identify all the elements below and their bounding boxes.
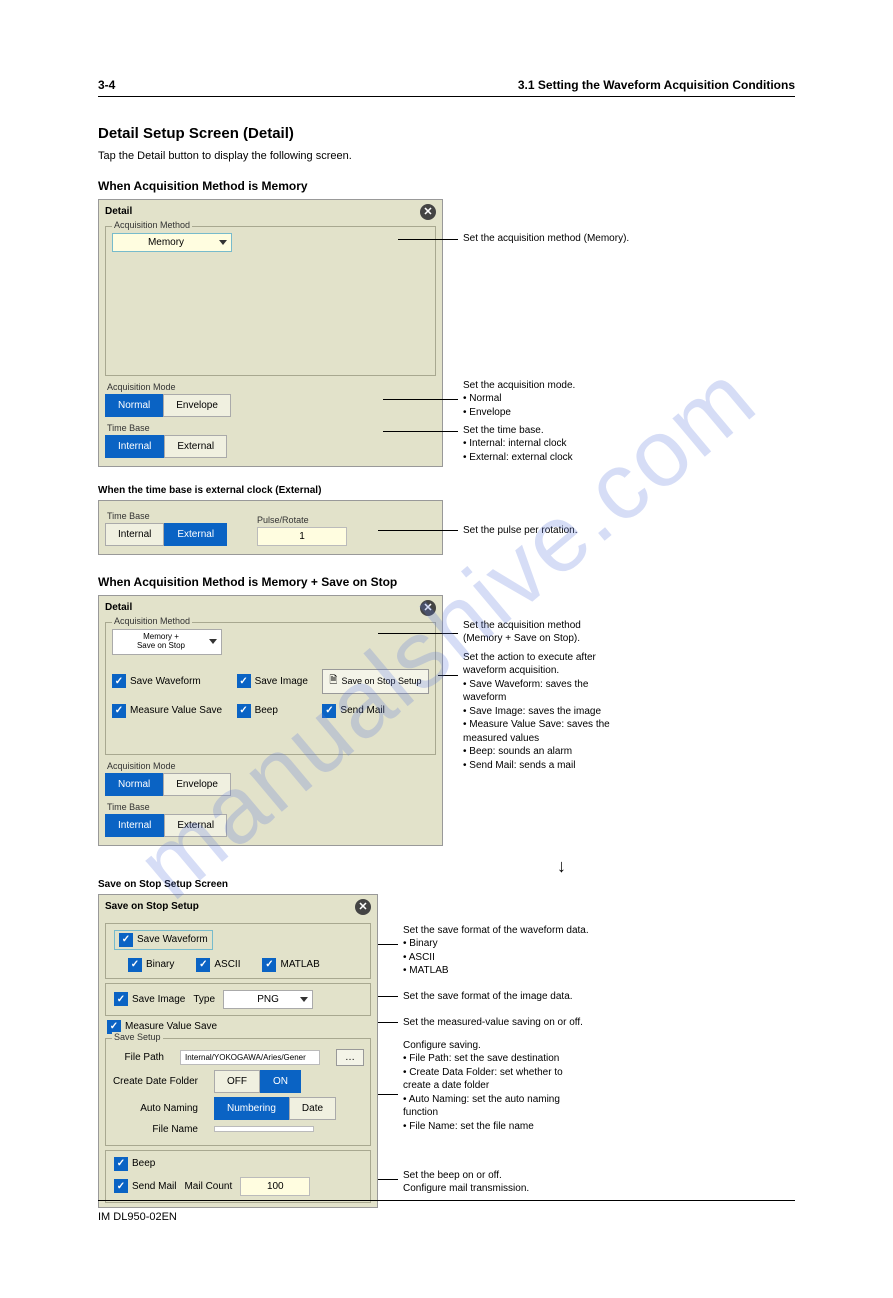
- group-save-waveform: Save Waveform Binary ASCII MATLAB: [105, 923, 371, 979]
- panel3-title: Save on Stop Setup: [105, 901, 199, 912]
- footer-left: IM DL950-02EN: [98, 1211, 177, 1223]
- btn-normal[interactable]: Normal: [105, 394, 163, 417]
- detail-panel-1: Detail ✕ Acquisition Method Memory Acqui…: [98, 199, 443, 467]
- label-timebase-ext: Time Base: [107, 511, 227, 521]
- page-footer: IM DL950-02EN: [98, 1211, 795, 1223]
- legend-save-setup: Save Setup: [112, 1032, 163, 1042]
- annot-measure-save: Set the measured-value saving on or off.: [403, 1016, 583, 1030]
- create-date-label: Create Date Folder: [112, 1076, 198, 1087]
- chk-send-mail-2[interactable]: Send Mail: [114, 1179, 176, 1193]
- file-name-input[interactable]: [214, 1126, 314, 1132]
- annot-actions: Set the action to execute after waveform…: [463, 651, 610, 773]
- close-icon-2[interactable]: ✕: [420, 600, 436, 616]
- chevron-down-icon-2: [209, 639, 217, 644]
- header-right: 3-4: [98, 78, 115, 92]
- acq-method-select[interactable]: Memory: [112, 233, 232, 252]
- image-type-select[interactable]: PNG: [223, 990, 313, 1009]
- annot-image-format: Set the save format of the image data.: [403, 990, 573, 1004]
- btn-internal[interactable]: Internal: [105, 435, 164, 458]
- annot-save-setup: Configure saving. • File Path: set the s…: [403, 1039, 563, 1134]
- file-path-browse-btn[interactable]: …: [336, 1049, 364, 1066]
- panel1-wrap: Detail ✕ Acquisition Method Memory Acqui…: [98, 199, 795, 467]
- legend-acq-method-2: Acquisition Method: [112, 616, 192, 626]
- annot-acq-method: Set the acquisition method (Memory).: [463, 232, 629, 246]
- panel1-title: Detail: [105, 206, 132, 217]
- annot-beep-mail: Set the beep on or off. Configure mail t…: [403, 1169, 529, 1196]
- save-on-stop-setup-btn[interactable]: 🗎Save on Stop Setup: [322, 669, 429, 694]
- chk-save-waveform-2[interactable]: Save Waveform: [114, 930, 213, 950]
- chk-binary[interactable]: Binary: [128, 958, 174, 972]
- footer-rule: [98, 1200, 795, 1201]
- btn-numbering[interactable]: Numbering: [214, 1097, 289, 1120]
- file-path-value: Internal/YOKOGAWA/Aries/Gener: [180, 1050, 320, 1065]
- subtitle-save-on-stop: When Acquisition Method is Memory + Save…: [98, 575, 795, 589]
- btn-normal-2[interactable]: Normal: [105, 773, 163, 796]
- chk-matlab[interactable]: MATLAB: [262, 958, 319, 972]
- file-path-label: File Path: [112, 1052, 164, 1063]
- chk-beep[interactable]: Beep: [237, 704, 309, 718]
- btn-internal-3[interactable]: Internal: [105, 814, 164, 837]
- pulse-input[interactable]: 1: [257, 527, 347, 546]
- save-stop-title: Save on Stop Setup Screen: [98, 879, 795, 890]
- label-acq-mode-2: Acquisition Mode: [107, 761, 442, 771]
- annot-acq-method-2: Set the acquisition method (Memory + Sav…: [463, 619, 581, 646]
- mail-count-input[interactable]: 100: [240, 1177, 310, 1196]
- header-left: 3.1 Setting the Waveform Acquisition Con…: [518, 78, 795, 92]
- header-rule: [98, 96, 795, 97]
- chk-beep-2[interactable]: Beep: [114, 1157, 362, 1171]
- legend-acq-method: Acquisition Method: [112, 220, 192, 230]
- annot-acq-mode: Set the acquisition mode. • Normal • Env…: [463, 379, 575, 420]
- chk-measure-save[interactable]: Measure Value Save: [112, 704, 223, 718]
- btn-external[interactable]: External: [164, 435, 227, 458]
- save-on-stop-panel: Save on Stop Setup ✕ Save Waveform Binar…: [98, 894, 378, 1208]
- page-header: 3-4 3.1 Setting the Waveform Acquisition…: [98, 78, 795, 92]
- acq-method-select-2[interactable]: Memory + Save on Stop: [112, 629, 222, 655]
- label-pulse: Pulse/Rotate: [257, 515, 347, 525]
- ext-clock-panel: Time Base Internal External Pulse/Rotate…: [98, 500, 443, 555]
- btn-external-2[interactable]: External: [164, 523, 227, 546]
- file-name-label: File Name: [112, 1124, 198, 1135]
- type-label: Type: [193, 994, 215, 1005]
- close-icon[interactable]: ✕: [420, 204, 436, 220]
- close-icon-3[interactable]: ✕: [355, 899, 371, 915]
- label-time-base-2: Time Base: [107, 802, 442, 812]
- btn-envelope-2[interactable]: Envelope: [163, 773, 231, 796]
- chk-send-mail[interactable]: Send Mail: [322, 704, 429, 718]
- btn-date-off[interactable]: OFF: [214, 1070, 260, 1093]
- annot-wave-format: Set the save format of the waveform data…: [403, 924, 589, 978]
- subtitle-memory: When Acquisition Method is Memory: [98, 179, 795, 193]
- panel2-title: Detail: [105, 602, 132, 613]
- chk-save-image-2[interactable]: Save Image: [114, 992, 185, 1006]
- btn-date[interactable]: Date: [289, 1097, 336, 1120]
- annot-time-base: Set the time base. • Internal: internal …: [463, 424, 573, 465]
- btn-external-3[interactable]: External: [164, 814, 227, 837]
- section-title: Detail Setup Screen (Detail): [98, 125, 795, 142]
- annot-pulse: Set the pulse per rotation.: [463, 524, 578, 538]
- btn-internal-2[interactable]: Internal: [105, 523, 164, 546]
- auto-naming-label: Auto Naming: [112, 1103, 198, 1114]
- chk-ascii[interactable]: ASCII: [196, 958, 240, 972]
- ext-clock-title: When the time base is external clock (Ex…: [98, 485, 795, 496]
- chevron-down-icon: [219, 240, 227, 245]
- arrow-down-icon: ↓: [328, 856, 795, 877]
- mail-count-label: Mail Count: [184, 1181, 232, 1192]
- label-acq-mode: Acquisition Mode: [107, 382, 442, 392]
- chk-save-waveform[interactable]: Save Waveform: [112, 674, 223, 688]
- intro-text: Tap the Detail button to display the fol…: [98, 148, 795, 165]
- chk-save-image[interactable]: Save Image: [237, 674, 309, 688]
- group-beep-mail: Beep Send Mail Mail Count 100: [105, 1150, 371, 1203]
- btn-envelope[interactable]: Envelope: [163, 394, 231, 417]
- btn-date-on[interactable]: ON: [260, 1070, 301, 1093]
- group-save-image: Save Image Type PNG: [105, 983, 371, 1016]
